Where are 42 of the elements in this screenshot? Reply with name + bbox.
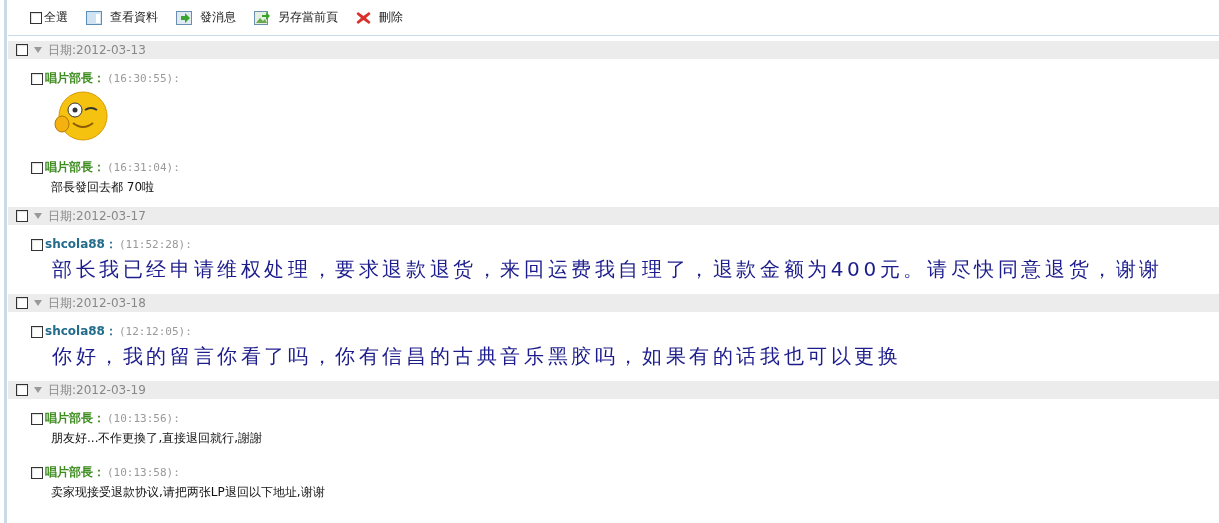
checkbox[interactable] (16, 44, 28, 56)
window-icon (86, 10, 102, 25)
date-label: 日期:2012-03-19 (48, 381, 146, 399)
message-time: (10:13:58): (107, 466, 180, 479)
date-label: 日期:2012-03-18 (48, 294, 146, 312)
checkbox[interactable] (16, 384, 28, 396)
toolbar-button[interactable]: 另存當前頁 (254, 9, 338, 26)
toolbar-button[interactable]: 發消息 (176, 9, 236, 26)
send-icon (176, 10, 192, 25)
message-time: (16:31:04): (107, 161, 180, 174)
checkbox[interactable] (31, 466, 43, 479)
sender-name[interactable]: 唱片部長： (45, 70, 105, 87)
sender-name[interactable]: shcola88： (45, 323, 117, 340)
checkbox[interactable] (16, 210, 28, 222)
select-all-label[interactable]: 全選 (44, 9, 68, 26)
sender-name[interactable]: 唱片部長： (45, 410, 105, 427)
message-time: (16:30:55): (107, 72, 180, 85)
select-all-checkbox[interactable] (30, 11, 42, 24)
checkbox[interactable] (16, 297, 28, 309)
sender-name[interactable]: 唱片部長： (45, 464, 105, 481)
delete-icon (356, 10, 371, 25)
message-time: (12:12:05): (118, 325, 192, 338)
sender-name[interactable]: 唱片部長： (45, 159, 105, 176)
toolbar-button[interactable]: 刪除 (356, 9, 403, 26)
checkbox[interactable] (31, 238, 43, 251)
checkbox[interactable] (31, 325, 43, 338)
date-label: 日期:2012-03-17 (48, 207, 146, 225)
message-text: 部長發回去都 70啦 (50, 179, 156, 196)
message-text: 朋友好...不作更換了,直接退回就行,謝謝 (50, 430, 264, 447)
message-time: (10:13:56): (107, 412, 180, 425)
smiley-icon (51, 90, 109, 142)
sender-name[interactable]: shcola88： (45, 236, 117, 253)
checkbox[interactable] (31, 412, 43, 425)
message-text: 你好，我的留言你看了吗，你有信昌的古典音乐黑胶吗，如果有的话我也可以更换 (51, 343, 903, 370)
message-text: 卖家现接受退款协议,请把两张LP退回以下地址,谢谢 (50, 484, 326, 501)
message-time: (11:52:28): (118, 238, 192, 251)
checkbox[interactable] (31, 161, 43, 174)
toolbar-button[interactable]: 查看資料 (86, 9, 158, 26)
message-text: 部长我已经申请维权处理，要求退款退货，来回运费我自理了，退款金额为400元。请尽快同意退货，谢谢 (51, 256, 1164, 283)
save-page-icon (254, 10, 270, 25)
checkbox[interactable] (31, 72, 43, 85)
date-label: 日期:2012-03-13 (48, 41, 146, 59)
